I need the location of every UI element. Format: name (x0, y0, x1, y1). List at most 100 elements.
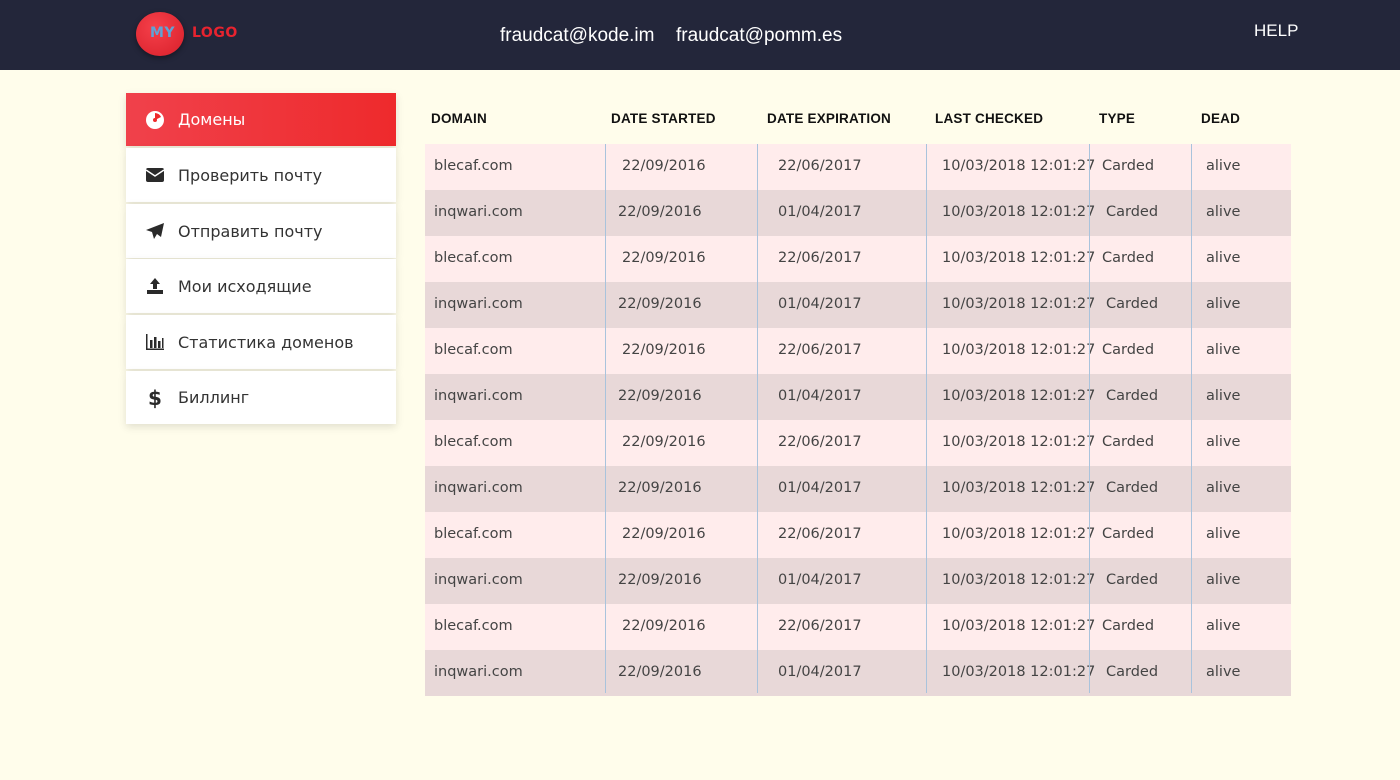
sidebar-item-label: Биллинг (178, 388, 250, 407)
cell-date-started: 22/09/2016 (622, 342, 706, 358)
table-row[interactable]: inqwari.com 22/09/2016 01/04/2017 10/03/201… (425, 282, 1291, 328)
cell-date-expiration: 01/04/2017 (778, 388, 862, 404)
table-row[interactable]: blecaf.com 22/09/2016 22/06/2017 10/03/2018… (425, 604, 1291, 650)
logo-text[interactable]: LOGO (192, 25, 238, 41)
cell-domain: inqwari.com (434, 204, 523, 220)
cell-dead: alive (1206, 204, 1241, 220)
table-row[interactable]: blecaf.com 22/09/2016 22/06/2017 10/03/2018… (425, 328, 1291, 374)
cell-dead: alive (1206, 480, 1241, 496)
sidebar-item-label: Отправить почту (178, 221, 323, 241)
envelope-icon (144, 165, 166, 185)
cell-type: Carded (1102, 526, 1155, 542)
column-divider (757, 144, 758, 693)
cell-date-started: 22/09/2016 (622, 250, 706, 266)
cell-type: Carded (1102, 342, 1155, 358)
cell-dead: alive (1206, 388, 1241, 404)
cell-date-expiration: 22/06/2017 (778, 618, 862, 634)
cell-last-checked: 10/03/2018 12:01:27 (942, 664, 1096, 680)
cell-domain: inqwari.com (434, 296, 523, 312)
cell-last-checked: 10/03/2018 12:01:27 (942, 572, 1096, 588)
cell-last-checked: 10/03/2018 12:01:27 (942, 480, 1096, 496)
table-row[interactable]: inqwari.com 22/09/2016 01/04/2017 10/03/201… (425, 466, 1291, 512)
cell-date-expiration: 01/04/2017 (778, 204, 862, 220)
table-row[interactable]: inqwari.com 22/09/2016 01/04/2017 10/03/201… (425, 374, 1291, 420)
cell-domain: blecaf.com (434, 526, 513, 542)
logo-my-text: MY (150, 25, 176, 41)
cell-date-expiration: 01/04/2017 (778, 572, 862, 588)
column-header-date-started[interactable]: DATE STARTED (611, 111, 716, 126)
column-header-last-checked[interactable]: LAST CHECKED (935, 111, 1043, 126)
cell-last-checked: 10/03/2018 12:01:27 (942, 618, 1096, 634)
cell-date-started: 22/09/2016 (622, 158, 706, 174)
sidebar-item-label: Проверить почту (178, 165, 323, 185)
cell-last-checked: 10/03/2018 12:01:27 (942, 204, 1096, 220)
cell-type: Carded (1102, 618, 1155, 634)
cell-type: Carded (1102, 250, 1155, 266)
cell-domain: blecaf.com (434, 618, 513, 634)
cell-date-expiration: 01/04/2017 (778, 664, 862, 680)
column-header-domain[interactable]: DOMAIN (431, 111, 487, 126)
cell-last-checked: 10/03/2018 12:01:27 (942, 342, 1096, 358)
sidebar-item-send-mail[interactable]: Отправить почту (126, 204, 396, 258)
table-row[interactable]: blecaf.com 22/09/2016 22/06/2017 10/03/2018… (425, 420, 1291, 466)
table-row[interactable]: inqwari.com 22/09/2016 01/04/2017 10/03/201… (425, 650, 1291, 696)
cell-dead: alive (1206, 158, 1241, 174)
cell-type: Carded (1106, 664, 1159, 680)
sidebar-item-billing[interactable]: $ Биллинг (126, 371, 396, 424)
sidebar-item-domains[interactable]: Домены (126, 93, 396, 146)
cell-date-started: 22/09/2016 (622, 434, 706, 450)
cell-date-expiration: 22/06/2017 (778, 342, 862, 358)
bar-chart-icon (144, 332, 166, 352)
table-row[interactable]: blecaf.com 22/09/2016 22/06/2017 10/03/2018… (425, 144, 1291, 190)
sidebar-item-check-mail[interactable]: Проверить почту (126, 148, 396, 202)
cell-date-started: 22/09/2016 (618, 388, 702, 404)
cell-date-started: 22/09/2016 (618, 480, 702, 496)
column-header-date-expiration[interactable]: DATE EXPIRATION (767, 111, 891, 126)
cell-domain: inqwari.com (434, 388, 523, 404)
column-header-dead[interactable]: DEAD (1201, 111, 1240, 126)
account-email-1[interactable]: fraudcat@kode.im (500, 25, 654, 47)
cell-type: Carded (1106, 296, 1159, 312)
cell-dead: alive (1206, 618, 1241, 634)
cell-last-checked: 10/03/2018 12:01:27 (942, 250, 1096, 266)
sidebar-item-domain-stats[interactable]: Статистика доменов (126, 315, 396, 369)
cell-date-started: 22/09/2016 (618, 664, 702, 680)
cell-dead: alive (1206, 526, 1241, 542)
column-divider (1191, 144, 1192, 693)
cell-date-started: 22/09/2016 (622, 618, 706, 634)
cell-dead: alive (1206, 342, 1241, 358)
dollar-icon: $ (148, 385, 162, 410)
table-row[interactable]: blecaf.com 22/09/2016 22/06/2017 10/03/2018… (425, 512, 1291, 558)
cell-last-checked: 10/03/2018 12:01:27 (942, 434, 1096, 450)
column-divider (926, 144, 927, 693)
cell-last-checked: 10/03/2018 12:01:27 (942, 158, 1096, 174)
cell-date-expiration: 01/04/2017 (778, 480, 862, 496)
cell-type: Carded (1102, 158, 1155, 174)
pie-chart-icon (144, 110, 166, 130)
upload-icon (144, 276, 166, 296)
cell-date-expiration: 22/06/2017 (778, 526, 862, 542)
account-email-2[interactable]: fraudcat@pomm.es (676, 25, 842, 47)
cell-date-expiration: 22/06/2017 (778, 434, 862, 450)
cell-domain: inqwari.com (434, 480, 523, 496)
cell-dead: alive (1206, 434, 1241, 450)
cell-date-started: 22/09/2016 (618, 204, 702, 220)
cell-dead: alive (1206, 296, 1241, 312)
sidebar-item-label: Мои исходящие (178, 276, 312, 296)
table-row[interactable]: inqwari.com 22/09/2016 01/04/2017 10/03/201… (425, 558, 1291, 604)
paper-plane-icon (144, 221, 166, 241)
table-row[interactable]: inqwari.com 22/09/2016 01/04/2017 10/03/201… (425, 190, 1291, 236)
sidebar-item-outbox[interactable]: Мои исходящие (126, 259, 396, 313)
sidebar-item-label: Статистика доменов (178, 332, 354, 352)
cell-type: Carded (1102, 434, 1155, 450)
cell-date-started: 22/09/2016 (618, 572, 702, 588)
cell-dead: alive (1206, 664, 1241, 680)
help-link[interactable]: HELP (1254, 21, 1298, 41)
column-divider (1089, 144, 1090, 693)
table-row[interactable]: blecaf.com 22/09/2016 22/06/2017 10/03/2018… (425, 236, 1291, 282)
cell-date-expiration: 01/04/2017 (778, 296, 862, 312)
cell-domain: blecaf.com (434, 342, 513, 358)
cell-domain: inqwari.com (434, 664, 523, 680)
column-header-type[interactable]: TYPE (1099, 111, 1135, 126)
cell-date-expiration: 22/06/2017 (778, 158, 862, 174)
